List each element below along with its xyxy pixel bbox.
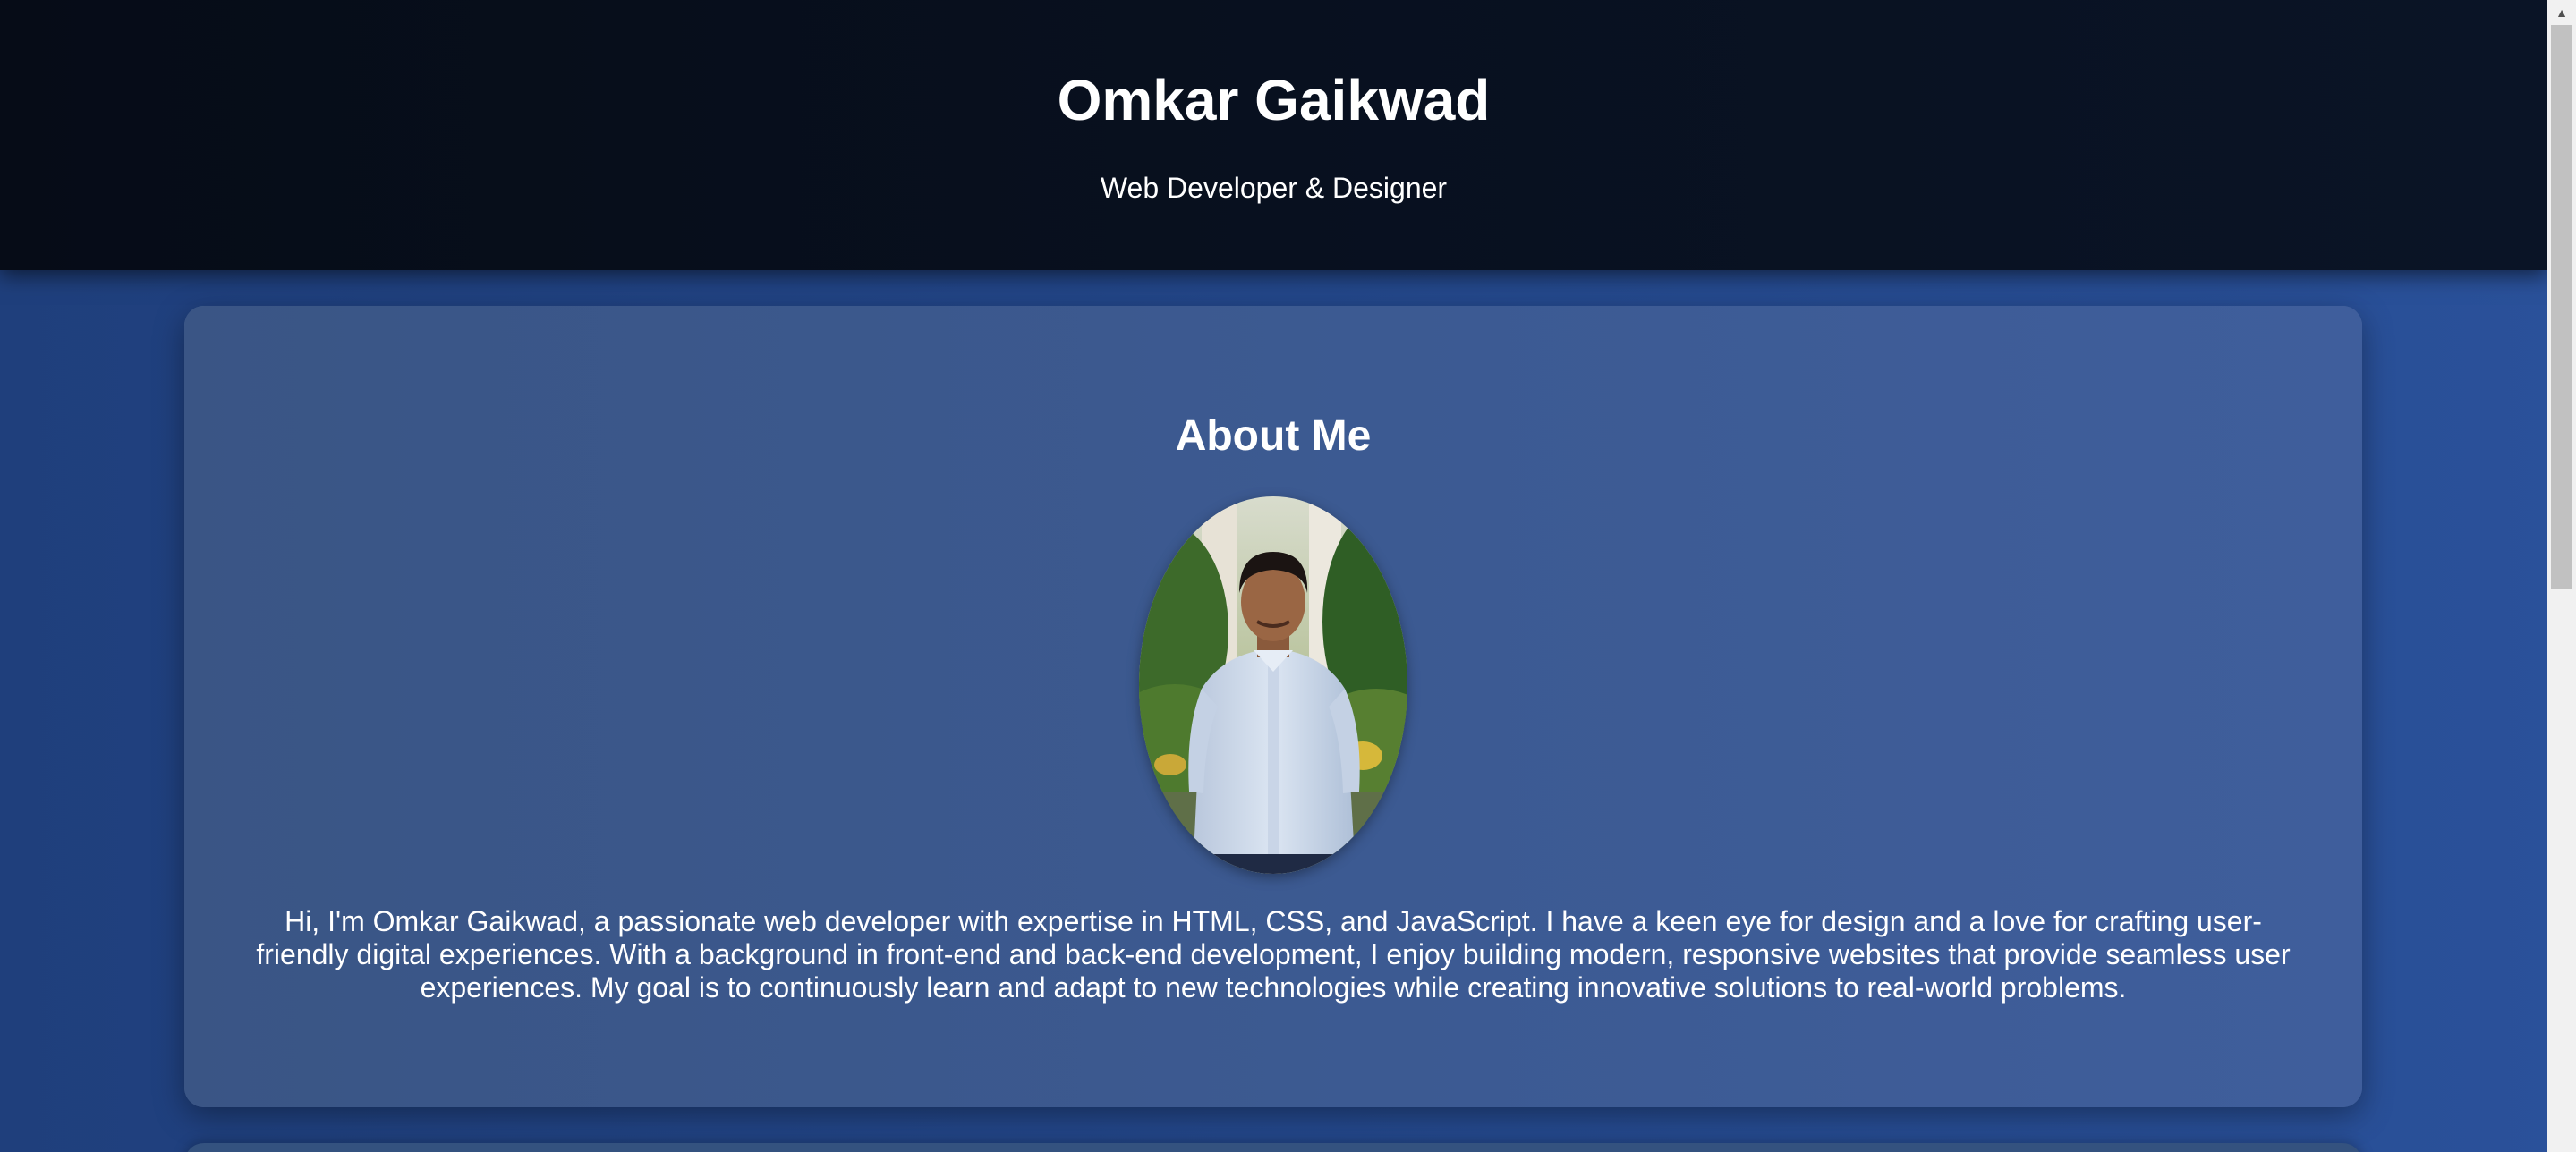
vertical-scrollbar[interactable]: ▲ bbox=[2547, 0, 2576, 1152]
scroll-up-arrow-icon[interactable]: ▲ bbox=[2547, 0, 2576, 25]
about-section: About Me Hi, I'm Omkar Gaikwad, a passio… bbox=[184, 306, 2362, 1107]
site-header: Omkar Gaikwad Web Developer & Designer bbox=[0, 0, 2547, 270]
site-subtitle: Web Developer & Designer bbox=[1100, 172, 1448, 204]
page-viewport: Omkar Gaikwad Web Developer & Designer A… bbox=[0, 0, 2547, 1152]
scrollbar-thumb[interactable] bbox=[2551, 25, 2572, 589]
next-section bbox=[184, 1143, 2362, 1152]
site-title: Omkar Gaikwad bbox=[1057, 68, 1491, 132]
profile-photo bbox=[1139, 496, 1407, 874]
about-description: Hi, I'm Omkar Gaikwad, a passionate web … bbox=[256, 905, 2291, 1004]
about-heading: About Me bbox=[1175, 412, 1372, 460]
